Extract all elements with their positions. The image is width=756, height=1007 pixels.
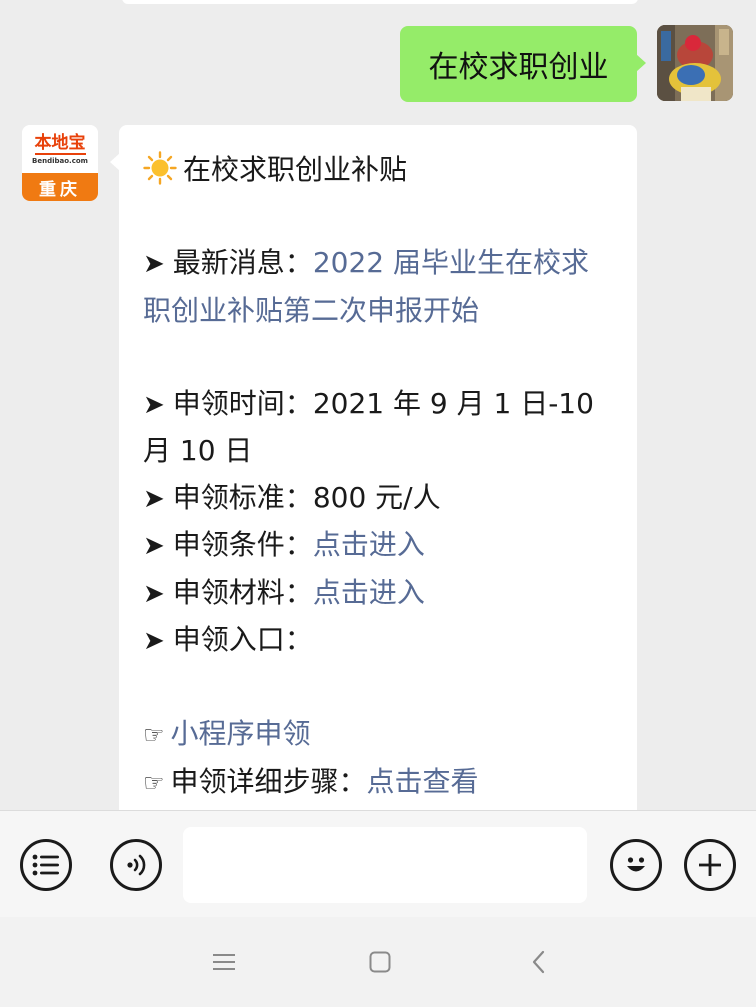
plus-icon — [699, 854, 721, 876]
mini-program-line: ☞ 小程序申领 — [143, 711, 613, 759]
apply-time-value: 2021 年 9 月 1 日-10 — [312, 386, 594, 420]
logo-sub-text: Bendibao.com — [32, 156, 88, 165]
message-title: 在校求职创业补贴 — [183, 153, 408, 186]
apply-entry-label: 申领入口： — [172, 623, 313, 656]
bendibao-avatar[interactable]: 本地宝 Bendibao.com 重庆 — [22, 125, 98, 201]
arrow-icon: ➤ — [143, 626, 165, 656]
apply-standard-label: 申领标准： — [172, 480, 313, 514]
outgoing-message-bubble[interactable]: 在校求职创业 — [400, 26, 646, 102]
hamburger-icon — [213, 954, 235, 970]
logo-main-text: 本地宝 — [34, 132, 86, 155]
voice-icon — [127, 854, 146, 876]
back-button[interactable] — [524, 947, 554, 977]
apply-standard-line: ➤ 申领标准：800 元/人 — [143, 475, 613, 523]
apply-materials-line: ➤ 申领材料：点击进入 — [143, 570, 613, 618]
pointing-hand-icon: ☞ — [143, 721, 165, 749]
arrow-icon: ➤ — [143, 389, 165, 420]
pointing-hand-icon: ☞ — [143, 768, 165, 797]
list-menu-icon — [32, 854, 59, 876]
latest-news-label: 最新消息： — [172, 246, 313, 279]
steps-line: ☞ 申领详细步骤：点击查看 — [143, 759, 613, 807]
steps-label: 申领详细步骤： — [170, 764, 367, 798]
emoji-button[interactable] — [610, 839, 662, 891]
previous-message-bubble — [122, 0, 638, 4]
smiley-icon — [627, 857, 645, 872]
apply-conditions-line: ➤ 申领条件：点击进入 — [143, 522, 613, 570]
apply-time-line-cont: 月 10 日 — [143, 428, 613, 475]
message-input[interactable] — [183, 827, 587, 903]
more-button[interactable] — [684, 839, 736, 891]
incoming-message-bubble[interactable]: 在校求职创业补贴 ➤ 最新消息：2022 届毕业生在校求职创业补贴第二次申报开始 … — [110, 125, 637, 810]
latest-news-line: ➤ 最新消息：2022 届毕业生在校求职创业补贴第二次申报开始 — [143, 240, 613, 334]
outgoing-message-text: 在校求职创业 — [428, 50, 609, 85]
logo-city-text: 重庆 — [22, 173, 98, 201]
apply-time-line: ➤ 申领时间：2021 年 9 月 1 日-10 — [143, 381, 613, 429]
menu-button[interactable] — [20, 839, 72, 891]
arrow-icon: ➤ — [143, 578, 165, 609]
apply-time-label: 申领时间： — [172, 386, 313, 420]
apply-conditions-link[interactable]: 点击进入 — [313, 528, 425, 561]
back-chevron-icon — [532, 950, 545, 974]
apply-entry-line: ➤ 申领入口： — [143, 617, 613, 665]
steps-link[interactable]: 点击查看 — [367, 765, 479, 798]
apply-materials-label: 申领材料： — [172, 575, 313, 609]
user-avatar-image — [657, 25, 733, 101]
arrow-icon: ➤ — [143, 531, 165, 561]
arrow-icon: ➤ — [143, 483, 165, 514]
mini-program-link[interactable]: 小程序申领 — [171, 717, 311, 750]
apply-conditions-label: 申领条件： — [172, 528, 313, 561]
recent-apps-button[interactable] — [209, 947, 239, 977]
bendibao-logo: 本地宝 Bendibao.com — [22, 125, 98, 173]
voice-button[interactable] — [110, 839, 162, 891]
sun-icon — [143, 151, 177, 185]
arrow-icon: ➤ — [143, 249, 165, 279]
apply-materials-link[interactable]: 点击进入 — [313, 576, 425, 609]
message-title-line: 在校求职创业补贴 — [143, 147, 613, 194]
home-button[interactable] — [365, 947, 395, 977]
chat-input-bar — [0, 810, 756, 917]
square-icon — [369, 951, 391, 973]
user-avatar[interactable] — [657, 25, 733, 101]
chat-area[interactable]: 在校求职创业 本地宝 Bendibao.com 重庆 在校求职创业补贴 ➤ 最新… — [0, 0, 756, 810]
system-navigation-bar — [0, 917, 756, 1007]
apply-standard-value: 800 元/人 — [312, 480, 441, 514]
apply-time-value-cont: 月 10 日 — [143, 434, 253, 467]
